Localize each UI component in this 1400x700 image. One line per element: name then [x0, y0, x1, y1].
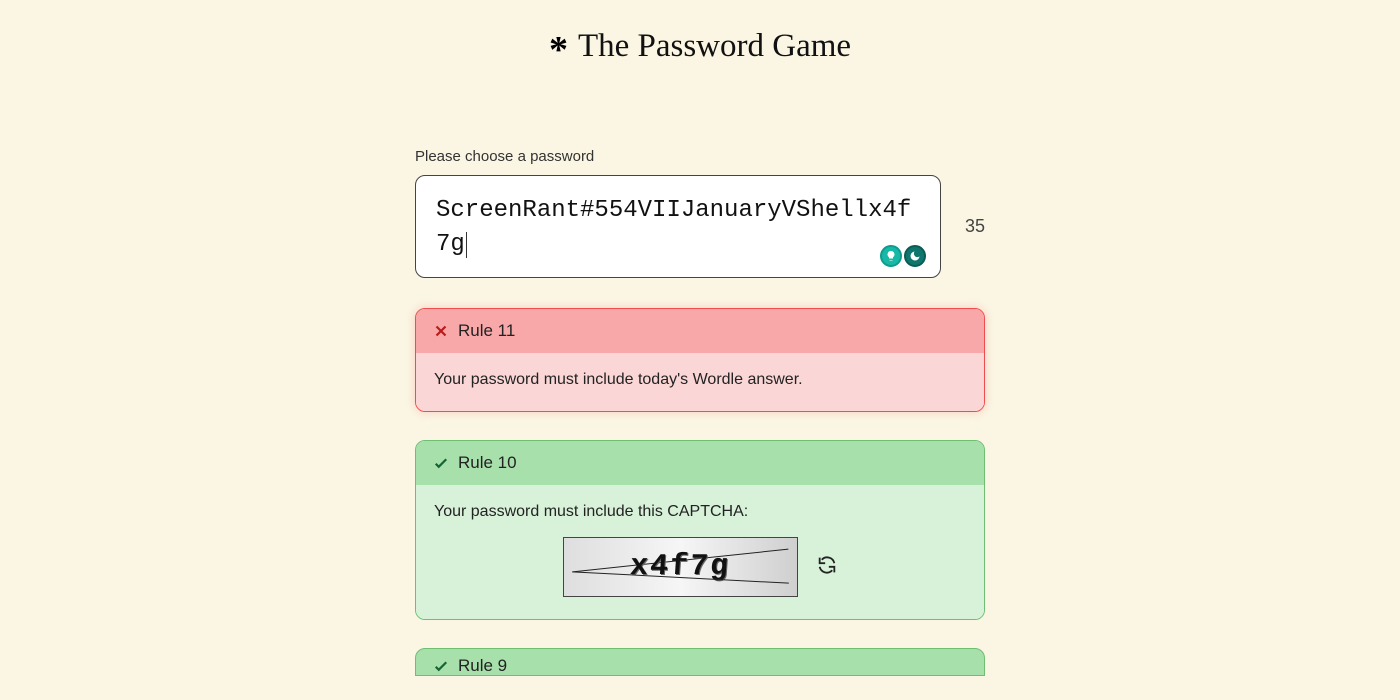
password-input[interactable]: ScreenRant#554VIIJanuaryVShellx4f7g — [415, 175, 941, 278]
rule-text: Your password must include today's Wordl… — [434, 371, 803, 388]
refresh-icon[interactable] — [816, 554, 838, 581]
page-root: * The Password Game Please choose a pass… — [0, 0, 1400, 676]
captcha-text: x4f7g — [629, 550, 731, 584]
rule-header: Rule 11 — [416, 309, 984, 353]
rule-card-peek: Rule 9 — [415, 648, 985, 676]
rules-list: Rule 11 Your password must include today… — [415, 308, 985, 676]
page-title-row: * The Password Game — [549, 24, 851, 68]
rule-body: Your password must include today's Wordl… — [416, 353, 984, 411]
captcha-row: x4f7g — [434, 537, 966, 597]
rule-label: Rule 11 — [458, 321, 515, 341]
page-title: The Password Game — [578, 28, 851, 65]
rule-card-pass: Rule 10 Your password must include this … — [415, 440, 985, 620]
x-icon — [432, 322, 450, 340]
rule-header: Rule 10 — [416, 441, 984, 485]
password-value: ScreenRant#554VIIJanuaryVShellx4f7g — [436, 197, 911, 258]
moon-icon[interactable] — [904, 245, 926, 267]
rule-label: Rule 10 — [458, 453, 517, 473]
lightbulb-icon[interactable] — [880, 245, 902, 267]
asterisk-icon: * — [549, 28, 568, 72]
input-badges — [880, 245, 926, 267]
main-content: Please choose a password ScreenRant#554V… — [415, 148, 985, 676]
password-input-row: ScreenRant#554VIIJanuaryVShellx4f7g 35 — [415, 175, 985, 278]
captcha-image: x4f7g — [563, 537, 798, 597]
password-prompt: Please choose a password — [415, 148, 985, 165]
check-icon — [432, 454, 450, 472]
check-icon — [432, 657, 450, 675]
rule-card-fail: Rule 11 Your password must include today… — [415, 308, 985, 412]
rule-label: Rule 9 — [458, 656, 507, 676]
rule-text: Your password must include this CAPTCHA: — [434, 503, 748, 520]
char-count: 35 — [965, 216, 985, 237]
rule-body: Your password must include this CAPTCHA:… — [416, 485, 984, 619]
